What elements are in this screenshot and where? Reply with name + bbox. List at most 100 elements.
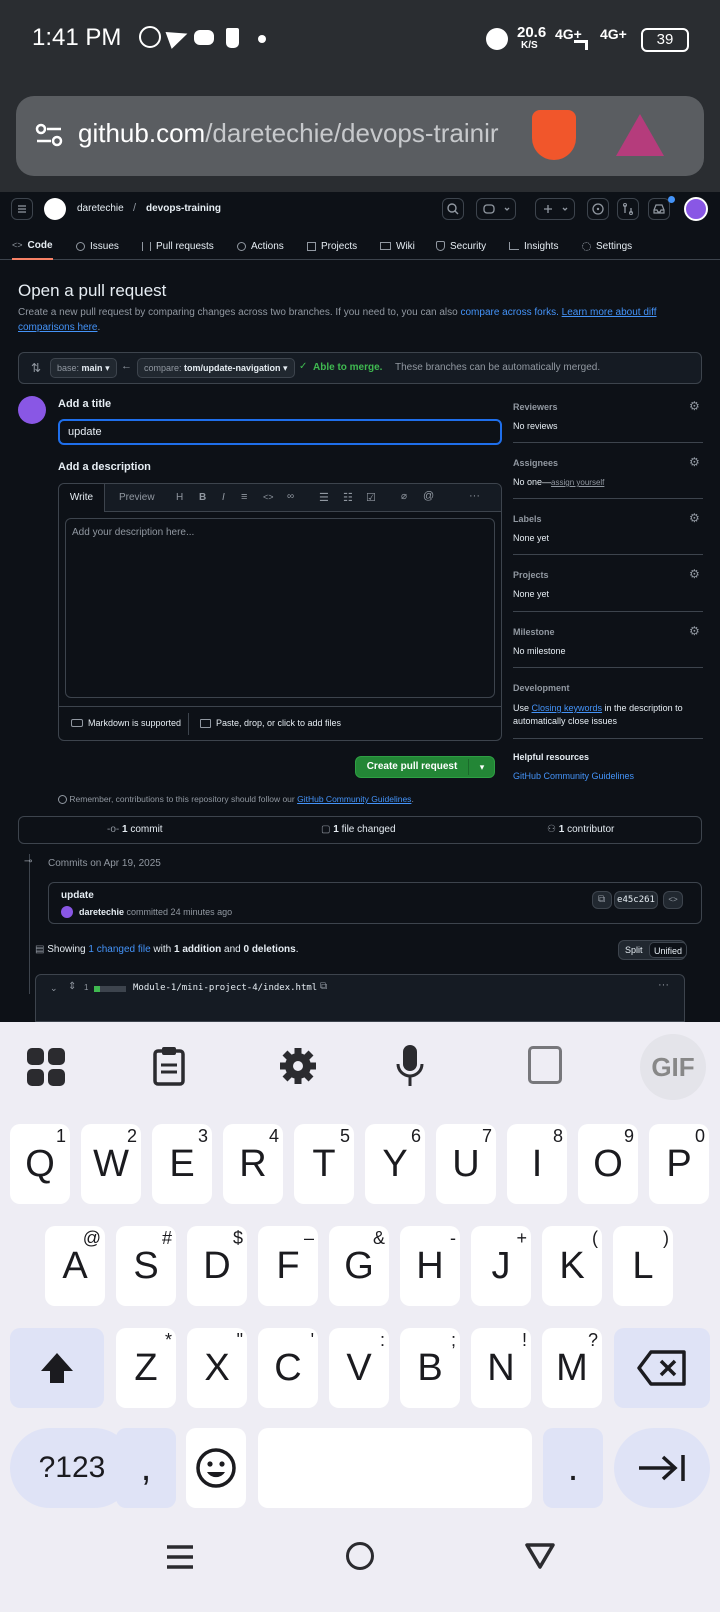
brave-rewards-icon[interactable] — [616, 114, 664, 156]
changed-files-link[interactable]: 1 changed file — [88, 944, 150, 955]
reviewers-gear-icon[interactable]: ⚙ — [689, 399, 700, 413]
commit-sha[interactable]: e45c261 — [614, 891, 658, 909]
apps-grid-icon[interactable] — [26, 1047, 66, 1087]
key-w[interactable]: W2 — [81, 1124, 141, 1204]
markdown-note[interactable]: Markdown is supported — [88, 718, 181, 728]
task-list-icon[interactable]: ☑ — [366, 491, 376, 504]
sticker-icon[interactable] — [528, 1046, 562, 1084]
copy-sha-button[interactable]: ⧉ — [592, 891, 612, 909]
url-text[interactable]: github.com/daretechie/devops-trainir — [78, 118, 528, 154]
milestone-title[interactable]: Milestone — [513, 627, 555, 637]
labels-gear-icon[interactable]: ⚙ — [689, 511, 700, 525]
backspace-key[interactable] — [614, 1328, 710, 1408]
description-textarea[interactable]: Add your description here... — [65, 518, 495, 698]
unified-view-button[interactable]: Unified — [649, 942, 688, 958]
create-pr-button[interactable]: Create pull request — [356, 757, 468, 777]
period-key[interactable]: . — [543, 1428, 603, 1508]
create-pr-dropdown[interactable]: ▾ — [469, 757, 495, 777]
tab-security[interactable]: Security — [436, 232, 486, 260]
collapse-chevron-icon[interactable]: ⌄ — [50, 983, 58, 994]
milestone-gear-icon[interactable]: ⚙ — [689, 624, 700, 638]
key-j[interactable]: J + — [471, 1226, 531, 1306]
home-icon[interactable] — [346, 1542, 374, 1570]
key-v[interactable]: V: — [329, 1328, 389, 1408]
search-button[interactable] — [442, 198, 464, 220]
commit-author[interactable]: daretechie — [79, 907, 124, 917]
base-branch-select[interactable]: base: main ▾ — [50, 358, 117, 378]
key-s[interactable]: S # — [116, 1226, 176, 1306]
user-avatar[interactable] — [684, 197, 708, 221]
labels-title[interactable]: Labels — [513, 514, 542, 524]
contributors-count[interactable]: ⚇ 1 contributor — [547, 824, 614, 835]
space-bar[interactable] — [258, 1428, 532, 1508]
microphone-icon[interactable] — [396, 1044, 424, 1088]
bold-icon[interactable]: B — [199, 492, 206, 503]
browse-files-button[interactable]: <> — [663, 891, 683, 909]
shift-key[interactable] — [10, 1328, 104, 1408]
heading-icon[interactable]: H — [176, 492, 183, 503]
tab-code[interactable]: <> Code — [12, 232, 53, 260]
gif-button[interactable]: GIF — [640, 1034, 706, 1100]
inbox-button[interactable] — [648, 198, 670, 220]
compare-branch-select[interactable]: compare: tom/update-navigation ▾ — [137, 358, 295, 378]
tab-write[interactable]: Write — [59, 484, 105, 512]
guidelines-link[interactable]: GitHub Community Guidelines — [297, 794, 411, 804]
comma-key[interactable]: , — [116, 1428, 176, 1508]
projects-title[interactable]: Projects — [513, 570, 549, 580]
menu-button[interactable] — [11, 198, 33, 220]
tab-insights[interactable]: Insights — [509, 232, 558, 260]
back-icon[interactable] — [524, 1542, 556, 1570]
key-r[interactable]: R4 — [223, 1124, 283, 1204]
attach-files[interactable]: Paste, drop, or click to add files — [216, 718, 341, 728]
closing-keywords-link[interactable]: Closing keywords — [532, 703, 603, 713]
key-o[interactable]: O9 — [578, 1124, 638, 1204]
tab-wiki[interactable]: Wiki — [380, 232, 415, 260]
ordered-list-icon[interactable]: ☰ — [319, 491, 329, 504]
issues-button[interactable] — [587, 198, 609, 220]
key-x[interactable]: X " — [187, 1328, 247, 1408]
key-q[interactable]: Q1 — [10, 1124, 70, 1204]
key-c[interactable]: C ' — [258, 1328, 318, 1408]
settings-gear-icon[interactable] — [278, 1046, 318, 1086]
brave-shields-icon[interactable] — [532, 110, 576, 160]
create-new-button[interactable] — [535, 198, 575, 220]
file-options-icon[interactable]: ··· — [658, 979, 669, 991]
unordered-list-icon[interactable]: ☷ — [343, 491, 353, 504]
reviewers-title[interactable]: Reviewers — [513, 402, 558, 412]
split-view-button[interactable]: Split — [625, 945, 643, 955]
key-p[interactable]: P0 — [649, 1124, 709, 1204]
tab-preview[interactable]: Preview — [119, 484, 155, 512]
file-path[interactable]: Module-1/mini-project-4/index.html — [133, 983, 317, 993]
assignees-title[interactable]: Assignees — [513, 458, 558, 468]
pull-requests-button[interactable] — [617, 198, 639, 220]
code-icon[interactable]: <> — [263, 492, 274, 502]
tab-issues[interactable]: Issues — [76, 232, 119, 260]
community-guidelines-link[interactable]: GitHub Community Guidelines — [513, 771, 634, 781]
recent-apps-icon[interactable] — [165, 1542, 195, 1572]
repo-owner[interactable]: daretechie — [77, 203, 124, 214]
browser-url-bar[interactable]: github.com/daretechie/devops-trainir — [16, 96, 704, 176]
compare-forks-link[interactable]: compare across forks. — [460, 307, 558, 318]
key-m[interactable]: M? — [542, 1328, 602, 1408]
key-f[interactable]: F – — [258, 1226, 318, 1306]
copy-path-icon[interactable]: ⧉ — [320, 981, 327, 992]
tab-pull-requests[interactable]: Pull requests — [142, 232, 214, 260]
copilot-button[interactable] — [476, 198, 516, 220]
github-logo-icon[interactable] — [44, 198, 66, 220]
italic-icon[interactable]: I — [222, 492, 225, 503]
key-k[interactable]: K( — [542, 1226, 602, 1306]
site-settings-icon[interactable] — [34, 120, 64, 150]
key-n[interactable]: N! — [471, 1328, 531, 1408]
repo-name[interactable]: devops-training — [146, 203, 221, 214]
files-changed-count[interactable]: ▢ 1 file changed — [321, 824, 396, 835]
next-field-key[interactable] — [614, 1428, 710, 1508]
key-g[interactable]: G & — [329, 1226, 389, 1306]
commit-message[interactable]: update — [61, 890, 94, 901]
projects-gear-icon[interactable]: ⚙ — [689, 567, 700, 581]
clipboard-icon[interactable] — [152, 1046, 186, 1086]
more-options-icon[interactable]: ··· — [469, 490, 480, 502]
quote-icon[interactable]: ≡ — [241, 491, 247, 503]
assign-yourself-link[interactable]: assign yourself — [551, 478, 604, 487]
assignees-gear-icon[interactable]: ⚙ — [689, 455, 700, 469]
key-a[interactable]: A @ — [45, 1226, 105, 1306]
